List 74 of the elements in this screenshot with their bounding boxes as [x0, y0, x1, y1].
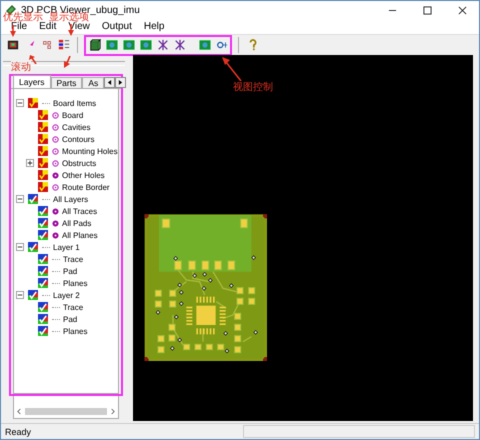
axes-icon: [156, 39, 168, 51]
tree-item[interactable]: Layer 1: [53, 242, 80, 252]
checkbox[interactable]: [38, 158, 48, 168]
expand-icon[interactable]: [26, 159, 34, 167]
cube-icon: [88, 39, 100, 51]
options-icon: [58, 39, 70, 51]
tree-item[interactable]: All Layers: [53, 194, 88, 204]
checkbox[interactable]: [38, 146, 48, 156]
annotation-label: 滚动: [11, 60, 31, 74]
maximize-icon[interactable]: [423, 6, 432, 14]
toolbar-button[interactable]: [87, 36, 102, 54]
left-arrow-icon: [107, 80, 112, 85]
axes-icon: [174, 39, 186, 51]
scrollbar-thumb[interactable]: [25, 408, 107, 414]
collapse-icon[interactable]: [16, 291, 24, 299]
scroll-right-button[interactable]: [115, 77, 126, 88]
status-text: Ready: [5, 426, 32, 436]
collapse-icon[interactable]: [16, 195, 24, 203]
checkbox[interactable]: [38, 134, 48, 144]
view-icon: [106, 39, 118, 51]
tab[interactable]: As: [82, 77, 104, 88]
tree-item[interactable]: Trace: [63, 302, 84, 312]
dot-icon: [52, 220, 59, 226]
scroll-left-icon[interactable]: [17, 408, 22, 414]
tab[interactable]: Layers: [13, 75, 51, 88]
collapse-icon[interactable]: [16, 99, 24, 107]
tree-item[interactable]: Other Holes: [62, 170, 105, 180]
tree-item[interactable]: Trace: [63, 254, 84, 264]
tree-item[interactable]: Planes: [63, 326, 88, 336]
tree-item[interactable]: Route Border: [62, 182, 110, 192]
grid-icon: [40, 39, 52, 51]
tree-item[interactable]: Obstructs: [62, 158, 96, 168]
checkbox[interactable]: [28, 98, 38, 108]
zoom-icon: [216, 39, 228, 51]
dot-icon: [52, 172, 59, 178]
tab[interactable]: Parts: [50, 77, 82, 88]
tree-item[interactable]: Contours: [62, 134, 94, 144]
toolbar-button[interactable]: [155, 36, 170, 54]
arrow: [63, 56, 71, 68]
tree-item[interactable]: Pad: [63, 266, 78, 276]
checkbox[interactable]: [38, 182, 48, 192]
menu-item[interactable]: Output: [96, 21, 138, 32]
ring-icon: [52, 184, 59, 190]
dot-icon: [52, 232, 59, 238]
viewport[interactable]: [133, 55, 473, 421]
right-arrow-icon: [118, 80, 124, 85]
menu-item[interactable]: Help: [138, 21, 170, 32]
tree-item[interactable]: All Planes: [62, 230, 98, 240]
scroll-right-icon[interactable]: [110, 408, 115, 414]
arrow: [29, 55, 37, 64]
annotation-label: 视图控制: [233, 80, 273, 94]
tree-item[interactable]: Mounting Holes: [62, 146, 118, 156]
help-icon: [246, 39, 258, 51]
view-icon: [198, 39, 210, 51]
view-icon: [140, 39, 152, 51]
collapse-icon[interactable]: [16, 243, 24, 251]
tree-item[interactable]: Cavities: [62, 122, 90, 132]
tree-item[interactable]: Board: [62, 110, 84, 120]
monitor-icon: [6, 39, 18, 51]
tree-item[interactable]: Pad: [63, 314, 78, 324]
close-icon[interactable]: [458, 6, 467, 14]
view-icon: [122, 39, 134, 51]
tree-item[interactable]: All Traces: [62, 206, 98, 216]
scroll-left-button[interactable]: [104, 77, 116, 88]
tree-item[interactable]: All Pads: [62, 218, 92, 228]
tree-item[interactable]: Board Items: [53, 98, 96, 108]
tree-item[interactable]: Layer 2: [53, 290, 80, 300]
menu-item[interactable]: Edit: [33, 21, 62, 32]
checkbox[interactable]: [38, 110, 48, 120]
arrow: [222, 57, 242, 81]
checkbox[interactable]: [38, 122, 48, 132]
dot-icon: [52, 208, 59, 214]
tree-item[interactable]: Planes: [63, 278, 88, 288]
checkbox[interactable]: [38, 170, 48, 180]
